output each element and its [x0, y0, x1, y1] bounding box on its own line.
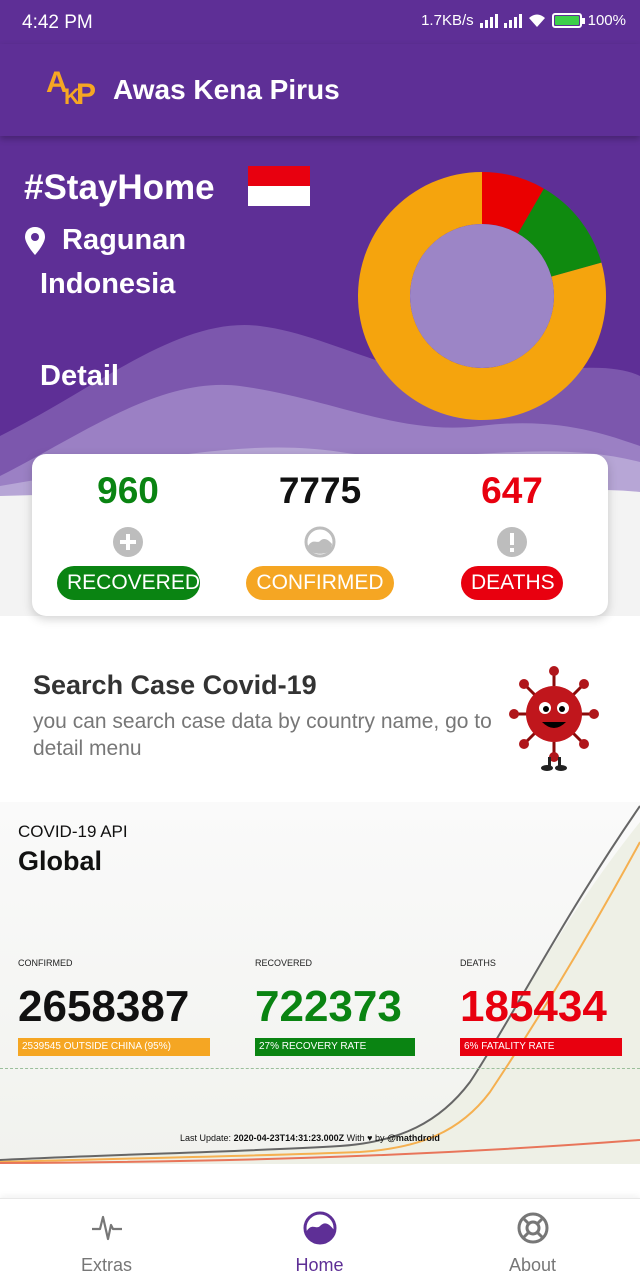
status-bar: 4:42 PM 1.7KB/s 100%: [0, 0, 640, 44]
nav-home[interactable]: Home: [213, 1199, 426, 1280]
api-label: COVID-19 API: [18, 822, 128, 841]
nav-extras-label: Extras: [80, 1255, 132, 1275]
home-wave-icon: [303, 1211, 337, 1245]
signal-icon: [479, 13, 498, 28]
donut-center: [410, 224, 554, 368]
heartbeat-icon: [92, 1215, 122, 1241]
wave-circle-icon: [304, 526, 336, 558]
app-title: Awas Kena Pirus: [113, 74, 340, 105]
global-title: Global: [18, 846, 103, 876]
stay-home-hashtag: #StayHome: [24, 168, 215, 207]
global-recovered-caption: RECOVERED: [255, 958, 313, 968]
search-case-description: you can search case data by country name…: [33, 710, 492, 760]
stat-recovered[interactable]: 960 RECOVERED: [32, 454, 224, 616]
indonesia-flag-icon: [248, 166, 310, 206]
global-deaths: DEATHS 185434 6% FATALITY RATE: [460, 958, 622, 1056]
stats-card: 960 RECOVERED 7775 CONFIRMED 647 DEATHS: [32, 454, 608, 616]
lifebuoy-icon: [517, 1212, 549, 1244]
heart-icon: ♥: [367, 1133, 373, 1143]
battery-level: 100%: [587, 12, 626, 29]
nav-extras[interactable]: Extras: [0, 1199, 213, 1280]
detail-link[interactable]: Detail: [40, 360, 119, 393]
virus-mascot-icon: [509, 666, 599, 771]
global-recovered: RECOVERED 722373 27% RECOVERY RATE: [255, 958, 415, 1056]
search-case-title: Search Case Covid-19: [33, 670, 317, 700]
stat-deaths[interactable]: 647 DEATHS: [416, 454, 608, 616]
bottom-navigation: Extras Home About: [0, 1198, 640, 1280]
last-update: Last Update: 2020-04-23T14:31:23.000Z Wi…: [180, 1133, 440, 1143]
global-stats-card: COVID-19 API Global CONFIRMED 2658387 25…: [0, 802, 640, 1164]
signal-icon-2: [503, 13, 522, 28]
global-confirmed-bar: 2539545 OUTSIDE CHINA (95%): [18, 1038, 210, 1056]
network-speed: 1.7KB/s: [421, 12, 474, 29]
confirmed-count: 7775: [278, 470, 362, 511]
location-country: Indonesia: [40, 268, 176, 300]
case-donut-chart: [357, 172, 606, 420]
global-confirmed-value: 2658387: [18, 982, 190, 1031]
wifi-icon: [528, 14, 545, 27]
search-case-card[interactable]: Search Case Covid-19 you can search case…: [0, 616, 640, 802]
global-deaths-caption: DEATHS: [460, 958, 496, 968]
recovered-count: 960: [97, 470, 159, 511]
exclamation-circle-icon: [497, 527, 527, 557]
global-deaths-value: 185434: [460, 982, 607, 1031]
global-recovered-value: 722373: [255, 982, 402, 1031]
deaths-count: 647: [481, 470, 543, 511]
global-deaths-bar: 6% FATALITY RATE: [460, 1038, 622, 1056]
global-confirmed: CONFIRMED 2658387 2539545 OUTSIDE CHINA …: [18, 958, 210, 1056]
nav-home-label: Home: [295, 1255, 344, 1275]
app-logo: A K P: [46, 66, 97, 111]
confirmed-label: CONFIRMED: [246, 566, 394, 600]
nav-about-label: About: [508, 1255, 557, 1275]
deaths-label: DEATHS: [461, 566, 563, 600]
stat-confirmed[interactable]: 7775 CONFIRMED: [224, 454, 416, 616]
status-right: 1.7KB/s 100%: [421, 12, 626, 29]
nav-about[interactable]: About: [426, 1199, 639, 1280]
plus-circle-icon: [113, 527, 143, 557]
battery-icon: [551, 13, 585, 28]
recovered-label: RECOVERED: [57, 566, 200, 600]
dotted-divider: [0, 1068, 640, 1069]
global-recovered-bar: 27% RECOVERY RATE: [255, 1038, 415, 1056]
app-bar: A K P Awas Kena Pirus: [0, 44, 640, 136]
status-time: 4:42 PM: [22, 12, 93, 33]
location-pin-icon: [25, 227, 45, 255]
global-confirmed-caption: CONFIRMED: [18, 958, 73, 968]
hero-section: #StayHome Ragunan Indonesia Detail: [0, 136, 640, 506]
location-city: Ragunan: [62, 224, 187, 256]
